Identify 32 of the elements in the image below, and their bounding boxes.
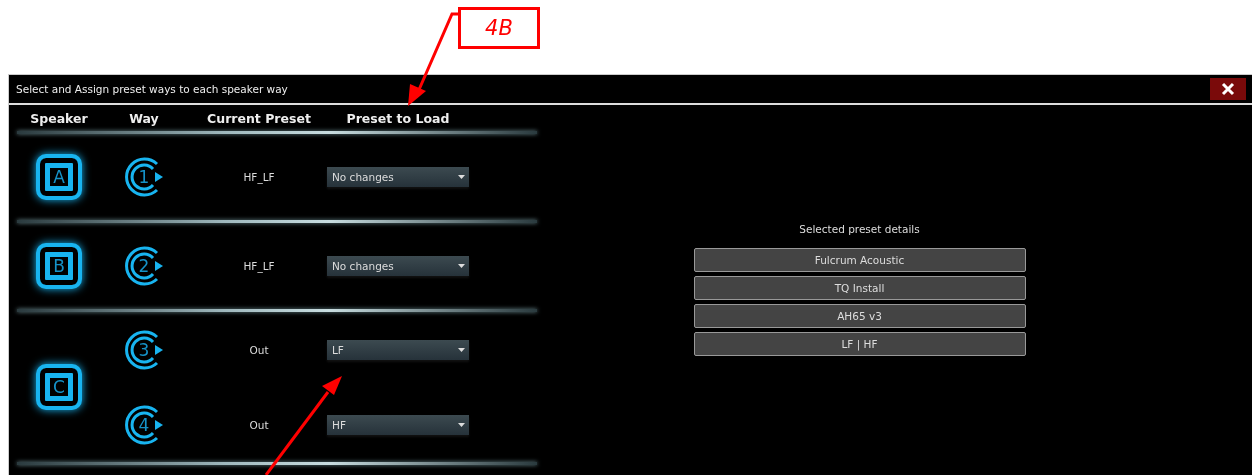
preset-dropdown[interactable]: LF bbox=[327, 339, 469, 360]
column-header: Preset to Load bbox=[345, 110, 451, 126]
way-button[interactable]: 2 bbox=[123, 245, 165, 287]
current-preset: HF_LF bbox=[242, 171, 276, 183]
close-icon bbox=[1221, 82, 1235, 96]
speaker-button[interactable]: B bbox=[36, 243, 82, 289]
preset-detail-item[interactable]: LF | HF bbox=[693, 332, 1026, 356]
caret-icon bbox=[458, 422, 465, 427]
preset-detail-item[interactable]: Fulcrum Acoustic bbox=[693, 248, 1026, 272]
callout-label: 4B bbox=[458, 7, 540, 49]
way-button[interactable]: 1 bbox=[123, 156, 165, 198]
close-button[interactable] bbox=[1210, 78, 1246, 100]
current-preset: Out bbox=[248, 343, 270, 356]
column-header: Speaker bbox=[29, 110, 89, 126]
speaker-button[interactable]: A bbox=[36, 154, 82, 200]
column-header: Way bbox=[128, 110, 160, 126]
window-title: Select and Assign preset ways to each speaker way bbox=[16, 83, 288, 95]
current-preset: HF_LF bbox=[242, 260, 276, 272]
caret-icon bbox=[458, 175, 465, 179]
details-title: Selected preset details bbox=[799, 223, 920, 235]
preset-dropdown[interactable]: No changes bbox=[327, 167, 469, 187]
caret-icon bbox=[458, 264, 465, 268]
preset-dropdown[interactable]: No changes bbox=[327, 256, 469, 276]
way-button[interactable]: 3 bbox=[123, 328, 165, 371]
preset-dropdown[interactable]: HF bbox=[327, 414, 469, 435]
current-preset: Out bbox=[248, 418, 270, 431]
column-header: Current Preset bbox=[206, 110, 312, 126]
preset-detail-item[interactable]: TQ Install bbox=[693, 276, 1026, 300]
way-button[interactable]: 4 bbox=[123, 403, 165, 446]
speaker-button[interactable]: C bbox=[36, 364, 82, 410]
preset-detail-item[interactable]: AH65 v3 bbox=[693, 304, 1026, 328]
caret-icon bbox=[458, 347, 465, 352]
